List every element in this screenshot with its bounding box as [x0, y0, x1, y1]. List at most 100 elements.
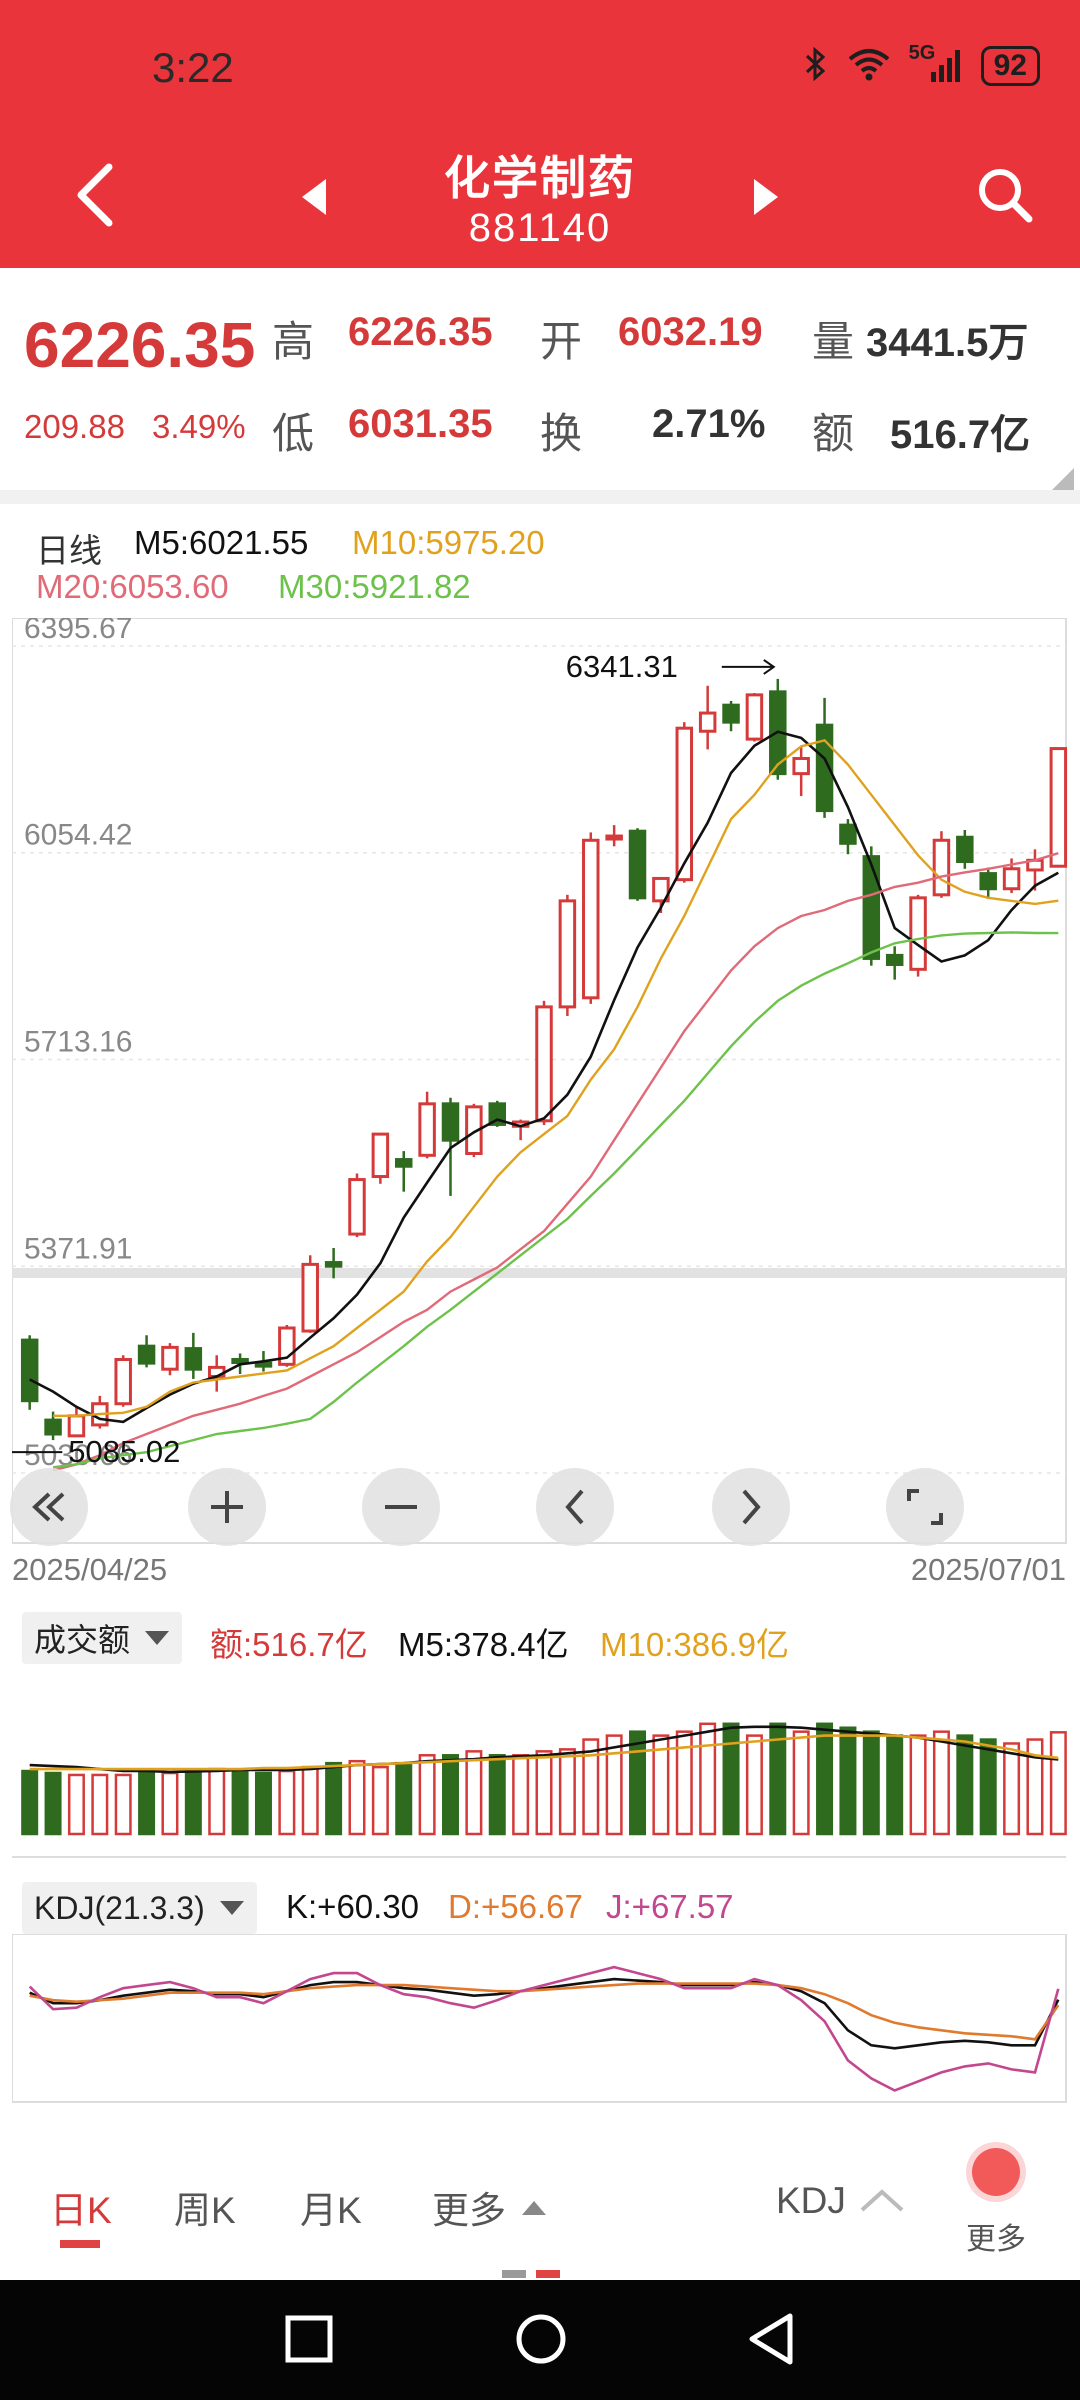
tab-daily-k[interactable]: 日K: [50, 2180, 112, 2234]
fullscreen-button[interactable]: [886, 1468, 964, 1546]
volume-bar: [67, 1773, 85, 1836]
volume-bar: [558, 1748, 576, 1836]
volume-bar: [325, 1761, 343, 1836]
candle-body: [605, 834, 623, 841]
kdj-chart[interactable]: [12, 1934, 1080, 2104]
section-divider: [0, 490, 1080, 504]
candle: [20, 1335, 39, 1410]
candle-body: [839, 823, 857, 845]
volume-bar: [184, 1769, 202, 1836]
candle-body: [67, 1414, 86, 1438]
back-nav-icon[interactable]: [746, 2312, 796, 2366]
tab-monthly-k[interactable]: 月K: [300, 2180, 362, 2234]
scroll-left-button[interactable]: [536, 1468, 614, 1546]
tab-weekly-k[interactable]: 周K: [174, 2180, 236, 2234]
candle-body: [862, 855, 881, 960]
indicator-selector[interactable]: KDJ: [776, 2180, 906, 2222]
volume-bar: [138, 1769, 156, 1836]
cellular-signal-icon: 5G: [909, 42, 963, 86]
volume-bar: [348, 1759, 366, 1836]
volume-bar: [91, 1773, 109, 1836]
candle-body: [418, 1102, 436, 1157]
candle-body: [161, 1345, 179, 1371]
volume-value: 3441.5万: [866, 321, 1029, 365]
candlestick-chart[interactable]: 6395.676054.425713.165371.915030.66 6341…: [12, 618, 1080, 1544]
high-value: 6226.35: [348, 310, 493, 354]
next-stock-button[interactable]: [742, 172, 792, 222]
candle-body: [535, 1005, 553, 1123]
high-label: 高: [272, 318, 315, 365]
max-price-label: 6341.31: [566, 649, 678, 684]
min-price-label: 5085.02: [68, 1434, 180, 1469]
candle-body: [301, 1262, 319, 1333]
ma10-value: M10:5975.20: [352, 524, 545, 561]
candle: [582, 832, 600, 1004]
chevron-up-icon: [860, 2189, 904, 2212]
volume-indicator-dropdown[interactable]: 成交额: [22, 1612, 183, 1664]
volume-bar: [418, 1754, 436, 1836]
app-header: 3:22 5G 92 化学制药 881140: [0, 0, 1080, 268]
volume-bar: [442, 1754, 459, 1836]
zoom-out-button[interactable]: [362, 1468, 440, 1546]
home-icon[interactable]: [514, 2312, 568, 2366]
date-end-label: 2025/07/01: [910, 1552, 1066, 1587]
amount-label: 额: [812, 410, 855, 457]
tab-more[interactable]: 更多: [432, 2180, 548, 2234]
candle-body: [371, 1132, 390, 1179]
triangle-up-icon: [522, 2201, 546, 2215]
minus-icon: [385, 1505, 417, 1509]
candle: [558, 894, 577, 1016]
recent-apps-icon[interactable]: [284, 2314, 334, 2364]
candle: [745, 693, 764, 742]
volume-bar: [301, 1765, 319, 1836]
candle-body: [722, 703, 740, 724]
volume-bar: [932, 1730, 950, 1836]
price-change-pct: 3.49%: [152, 408, 246, 445]
collapse-left-button[interactable]: [10, 1468, 88, 1546]
volume-bar: [816, 1722, 834, 1836]
candle-body: [114, 1357, 132, 1406]
quote-panel: 6226.35 209.88 3.49% 高 6226.35 低 6031.35…: [0, 268, 1080, 490]
kdj-d-value: D:+56.67: [448, 1888, 583, 1925]
price-change: 209.88: [24, 408, 125, 445]
candle-body: [582, 838, 600, 1000]
y-axis-label: 5371.91: [24, 1232, 132, 1265]
volume-label: 量: [812, 318, 855, 365]
candle-body: [324, 1261, 343, 1268]
page-title: 化学制药: [444, 152, 636, 204]
candle-body: [441, 1102, 460, 1142]
candle-body: [628, 829, 647, 900]
volume-bar: [535, 1750, 553, 1836]
y-axis-label: 6054.42: [24, 819, 132, 852]
period-label: 日线: [36, 532, 102, 569]
candle-body: [885, 953, 904, 966]
volume-chart[interactable]: [12, 1706, 1080, 1836]
tab-more-label: 更多: [432, 2190, 506, 2231]
volume-bar: [862, 1730, 880, 1836]
page-indicator: [502, 2270, 562, 2278]
candle: [1049, 747, 1068, 868]
kdj-indicator-dropdown[interactable]: KDJ(21.3.3): [22, 1882, 257, 1934]
search-button[interactable]: [970, 160, 1040, 230]
bluetooth-icon: [803, 46, 829, 86]
dropdown-arrow-icon: [145, 1631, 170, 1645]
candle-body: [44, 1418, 62, 1436]
candle-body: [1002, 867, 1021, 891]
candle: [371, 1132, 390, 1184]
zoom-in-button[interactable]: [188, 1468, 266, 1546]
more-floating-button[interactable]: 更多: [960, 2148, 1032, 2258]
volume-bar: [161, 1771, 179, 1836]
volume-bar: [114, 1773, 132, 1836]
ma5-value: M5:6021.55: [134, 524, 309, 561]
expand-corner-icon[interactable]: [1052, 468, 1074, 490]
open-value: 6032.19: [618, 310, 763, 354]
date-start-label: 2025/04/25: [12, 1552, 168, 1587]
low-value: 6031.35: [348, 402, 493, 446]
candle: [114, 1355, 132, 1407]
candle: [675, 722, 694, 883]
candle-body: [1049, 747, 1068, 868]
volume-bar: [699, 1722, 717, 1836]
candle-body: [254, 1361, 273, 1368]
candle-body: [137, 1344, 156, 1365]
scroll-right-button[interactable]: [712, 1468, 790, 1546]
